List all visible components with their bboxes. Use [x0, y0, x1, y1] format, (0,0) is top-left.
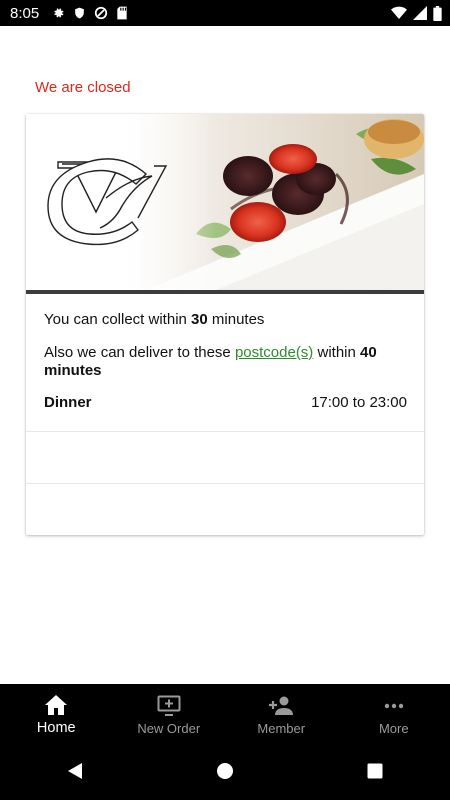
card-divider [26, 431, 424, 432]
closed-notice: We are closed [35, 79, 131, 96]
status-bar: 8:05 [0, 0, 450, 26]
home-circle-icon [216, 762, 234, 785]
signal-icon [413, 6, 427, 20]
status-time: 8:05 [10, 4, 40, 22]
wifi-icon [391, 6, 407, 20]
nav-item-member[interactable]: Member [225, 684, 338, 746]
home-icon [44, 694, 68, 720]
postcodes-link[interactable]: postcode(s) [235, 344, 313, 361]
collect-prefix: You can collect within [44, 311, 192, 328]
back-triangle-icon [66, 762, 84, 785]
deliver-middle: within [313, 344, 360, 361]
bottom-nav: Home New Order Member More [0, 684, 450, 746]
nav-item-more[interactable]: More [338, 684, 450, 746]
person-add-icon [268, 695, 294, 721]
data-saver-icon [94, 6, 108, 20]
battery-icon [433, 5, 442, 21]
recents-button[interactable] [345, 753, 405, 793]
status-notification-icons [51, 6, 128, 20]
deliver-prefix: Also we can deliver to these [44, 344, 235, 361]
nav-item-new-order[interactable]: New Order [113, 684, 226, 746]
recents-square-icon [367, 763, 383, 784]
system-nav-bar [0, 746, 450, 800]
home-button[interactable] [195, 753, 255, 793]
nav-label-home: Home [36, 720, 76, 736]
card-divider [26, 483, 424, 484]
back-button[interactable] [45, 753, 105, 793]
gear-icon [51, 6, 65, 20]
nav-item-home[interactable]: Home [0, 684, 113, 746]
deliver-info: Also we can deliver to these postcode(s)… [44, 344, 408, 380]
sd-card-icon [116, 6, 128, 20]
collect-info: You can collect within 30 minutes [44, 311, 264, 329]
hero-divider-bar [26, 290, 424, 294]
nav-label-new-order: New Order [137, 720, 201, 736]
shield-icon [73, 6, 86, 20]
collect-minutes: 30 [191, 311, 208, 328]
schedule-row: Dinner 17:00 to 23:00 [44, 394, 407, 411]
nav-label-more: More [378, 720, 409, 736]
more-dots-icon [382, 695, 406, 721]
schedule-hours: 17:00 to 23:00 [311, 394, 407, 411]
restaurant-hero-image [26, 114, 424, 290]
monitor-add-icon [157, 695, 181, 721]
status-system-icons [391, 5, 442, 21]
collect-suffix: minutes [207, 311, 265, 328]
schedule-label: Dinner [44, 394, 92, 411]
nav-label-member: Member [257, 720, 306, 736]
restaurant-info-card: You can collect within 30 minutes Also w… [26, 114, 424, 535]
